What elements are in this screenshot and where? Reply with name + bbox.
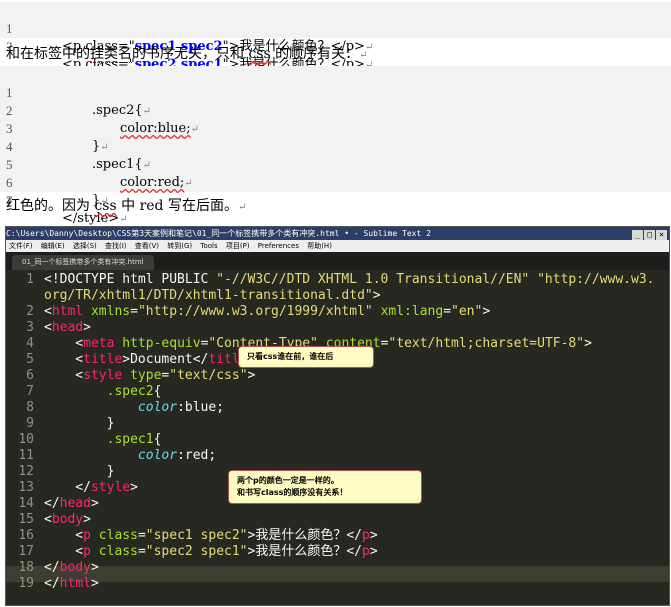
code-line: <p class="spec2 spec1">我是什么颜色？</p> <box>44 544 378 559</box>
code-line: <title>Document</title> <box>44 352 255 367</box>
menu-goto[interactable]: 转到(G) <box>167 242 192 250</box>
code-line: .spec2{ <box>106 384 162 399</box>
code-line: 1 <p class="spec1 spec2">我是什么颜色？</p>↵ <box>0 2 671 54</box>
line-number: 18 <box>18 560 34 575</box>
return-mark-icon: ↵ <box>359 50 368 61</box>
explanation-paragraph: 红色的。因为 css 中 red 写在后面。↵ <box>6 198 247 214</box>
menu-edit[interactable]: 编辑(E) <box>41 242 65 250</box>
code-line: <!DOCTYPE html PUBLIC "-//W3C//DTD XHTML… <box>44 272 655 287</box>
line-number: 9 <box>26 416 34 431</box>
line-number: 2 <box>26 304 34 319</box>
code-line: </head> <box>44 496 99 511</box>
line-number: 16 <box>18 528 34 543</box>
annotation-callout: 只看css谁在前，谁在后 <box>238 346 374 368</box>
line-number: 3 <box>26 320 34 335</box>
code-line: <p class="spec1 spec2">我是什么颜色？</p> <box>44 528 378 543</box>
code-line: </html> <box>44 576 99 591</box>
code-line: org/TR/xhtml1/DTD/xhtml1-transitional.dt… <box>44 288 381 303</box>
return-mark-icon: ↵ <box>237 202 247 213</box>
code-area[interactable]: <!DOCTYPE html PUBLIC "-//W3C//DTD XHTML… <box>44 270 669 605</box>
title-bar: C:\Users\Danny\Desktop\CSS第3天案例和笔记\01_同一… <box>6 227 669 240</box>
line-number: 1 <box>26 272 34 287</box>
line-number: 12 <box>18 464 34 479</box>
close-icon[interactable]: × <box>656 230 667 240</box>
code-line: color:red; <box>137 448 217 463</box>
menu-tools[interactable]: Tools <box>200 242 217 250</box>
line-number: 6 <box>26 368 34 383</box>
code-line: 5 color:red;↵ <box>6 157 193 190</box>
line-number: 5 <box>26 352 34 367</box>
menu-file[interactable]: 文件(F) <box>9 242 33 250</box>
code-line: </body> <box>44 560 99 575</box>
code-line: } <box>44 416 115 431</box>
line-number: 13 <box>18 480 34 495</box>
code-line: 7 </style>↵ <box>6 193 128 226</box>
line-number: 4 <box>26 336 34 351</box>
menu-preferences[interactable]: Preferences <box>258 242 299 250</box>
code-line: </style> <box>44 480 138 495</box>
doc-code-block-top: 1 <p class="spec1 spec2">我是什么颜色？</p>↵ 2 … <box>0 2 671 72</box>
code-line: 2 color:blue;↵ <box>6 103 200 136</box>
line-number: 15 <box>18 512 34 527</box>
editor-window: C:\Users\Danny\Desktop\CSS第3天案例和笔记\01_同一… <box>5 226 670 606</box>
window-title: C:\Users\Danny\Desktop\CSS第3天案例和笔记\01_同一… <box>6 229 431 238</box>
code-line: 6 }↵ <box>6 175 109 208</box>
line-number: 10 <box>18 432 34 447</box>
code-line: <style type="text/css"> <box>44 368 256 383</box>
menu-project[interactable]: 项目(P) <box>226 242 250 250</box>
code-line: 4 .spec1{↵ <box>6 139 152 172</box>
line-number: 11 <box>18 448 34 463</box>
code-line: <body> <box>44 512 91 527</box>
line-gutter: 1 2 3 4 5 6 7 8 9 10 11 12 13 14 15 16 1… <box>6 270 40 605</box>
code-line: } <box>44 464 115 479</box>
line-number: 17 <box>18 544 34 559</box>
line-number: 19 <box>18 576 34 591</box>
line-number: 14 <box>18 496 34 511</box>
code-line: 2 <p class="spec2 spec1">我是什么颜色？</p>↵ <box>0 20 671 72</box>
code-line: 3 }↵ <box>6 121 109 154</box>
menu-bar: 文件(F) 编辑(E) 选择(S) 查找(I) 查看(V) 转到(G) Tool… <box>6 240 669 252</box>
code-line: <head> <box>44 320 91 335</box>
code-line: 1 .spec2{↵ <box>6 85 152 118</box>
code-line: .spec1{ <box>106 432 162 447</box>
tab-bar: 01_同一个标签携带多个类有冲突.html <box>6 252 669 270</box>
annotation-callout: 两个p的颜色一定是一样的。 和书写class的顺序没有关系！ <box>228 470 422 504</box>
code-line: <html xmlns="http://www.w3.org/1999/xhtm… <box>44 304 491 319</box>
minimize-icon[interactable]: _ <box>632 230 643 240</box>
code-line: color:blue; <box>137 400 225 415</box>
menu-help[interactable]: 帮助(H) <box>307 242 332 250</box>
menu-view[interactable]: 查看(V) <box>135 242 159 250</box>
menu-find[interactable]: 查找(I) <box>105 242 127 250</box>
line-number: 8 <box>26 400 34 415</box>
doc-code-block-css: 1 .spec2{↵ 2 color:blue;↵ 3 }↵ 4 .spec1{… <box>0 66 671 226</box>
file-tab[interactable]: 01_同一个标签携带多个类有冲突.html <box>12 255 154 270</box>
menu-selection[interactable]: 选择(S) <box>73 242 97 250</box>
explanation-paragraph: 和在标签中的挂类名的书序无关，只和 css 的顺序有关：↵ <box>6 46 368 63</box>
line-number: 7 <box>26 384 34 399</box>
maximize-icon[interactable]: □ <box>644 230 655 240</box>
